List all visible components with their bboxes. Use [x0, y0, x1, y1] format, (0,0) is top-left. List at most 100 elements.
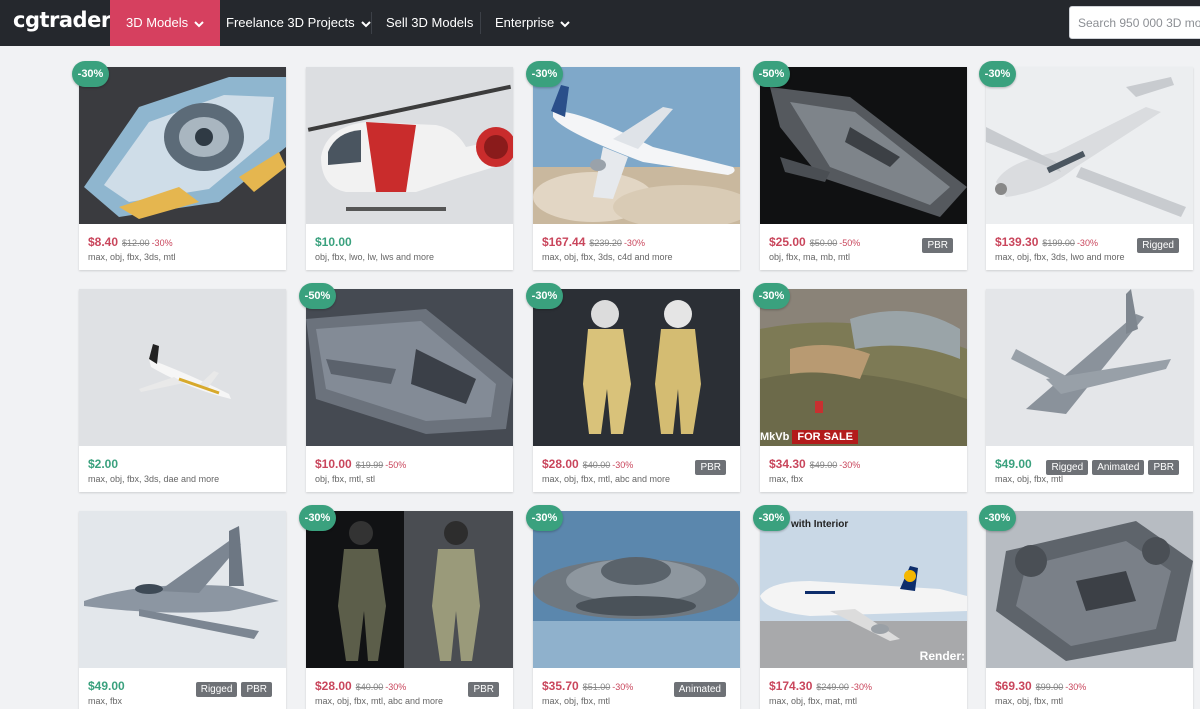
- cgtrader-logo[interactable]: cgtrader: [13, 8, 111, 32]
- price: $167.44: [542, 235, 586, 249]
- product-thumbnail[interactable]: [986, 511, 1193, 668]
- price: $28.00: [315, 679, 352, 693]
- tag-pbr: PBR: [1148, 460, 1179, 475]
- dropship-image: [986, 511, 1193, 668]
- price: $35.70: [542, 679, 579, 693]
- product-thumbnail[interactable]: [79, 67, 286, 224]
- chevron-down-icon: [560, 20, 570, 27]
- file-formats: max, obj, fbx, mtl: [542, 696, 611, 706]
- file-formats: max, obj, fbx, 3ds, mtl: [88, 252, 176, 262]
- jumbo-jet-image: [760, 511, 967, 668]
- old-price: $19.99: [355, 460, 384, 470]
- product-card[interactable]: Rigged -30% $139.30 $199.00 -30% max, obj,…: [979, 61, 1193, 270]
- file-formats: obj, fbx, ma, mb, mtl: [769, 252, 851, 262]
- product-thumbnail[interactable]: [533, 67, 740, 224]
- nav-3d-models[interactable]: 3D Models: [110, 0, 221, 46]
- nav-freelance-projects-label: Freelance 3D Projects: [226, 15, 355, 30]
- product-card[interactable]: -50% $10.00 $19.99 -50% obj, fbx, mtl, stl: [299, 283, 513, 492]
- product-card[interactable]: Rigged Animated PBR $49.00 max, obj, fbx…: [986, 289, 1193, 492]
- file-formats: max, obj, fbx, mat, mtl: [769, 696, 858, 706]
- discount-text: -30%: [850, 682, 872, 692]
- product-card[interactable]: PBR -30% $28.00 $40.00 -30% max, obj, fbx,…: [526, 283, 740, 492]
- price: $10.00: [315, 235, 352, 249]
- file-formats: max, obj, fbx, mtl: [995, 474, 1064, 484]
- product-thumbnail[interactable]: [306, 289, 513, 446]
- file-formats: obj, fbx, mtl, stl: [315, 474, 376, 484]
- price-line: $34.30 $49.00 -30%: [769, 455, 860, 473]
- product-thumbnail[interactable]: [79, 511, 286, 668]
- price: $34.30: [769, 457, 806, 471]
- file-formats: max, obj, fbx, mtl, abc and more: [315, 696, 444, 706]
- price-line: $139.30 $199.00 -30%: [995, 233, 1098, 251]
- business-jet-image: [79, 289, 286, 446]
- tag-rigged: Rigged: [1046, 460, 1089, 475]
- discount-badge: -30%: [526, 61, 563, 87]
- product-thumbnail[interactable]: [79, 289, 286, 446]
- nav-3d-models-label: 3D Models: [126, 15, 189, 30]
- top-navbar: cgtrader 3D Models Freelance 3D Projects…: [0, 0, 1200, 46]
- old-price: $12.00: [122, 238, 150, 248]
- product-card[interactable]: $10.00 obj, fbx, lwo, lw, lws and more: [306, 67, 513, 270]
- product-card[interactable]: -30% $69.30 $99.00 -30% max, obj, fbx, mtl: [979, 505, 1193, 709]
- price: $28.00: [542, 457, 579, 471]
- product-card[interactable]: with Interior Render: -30% $174.30 $249.0…: [753, 505, 967, 709]
- old-price: $40.00: [355, 682, 384, 692]
- price-line: $49.00: [995, 455, 1032, 473]
- product-thumbnail[interactable]: [306, 67, 513, 224]
- turboprop-image: [986, 67, 1193, 224]
- product-card[interactable]: PBR -50% $25.00 $50.00 -50% obj, fbx, ma, …: [753, 61, 967, 270]
- discount-text: -30%: [612, 682, 634, 692]
- discount-badge: -30%: [526, 505, 563, 531]
- hover-vehicle-image: [306, 289, 513, 446]
- old-price: $51.00: [582, 682, 611, 692]
- discount-text: -30%: [151, 238, 173, 248]
- product-thumbnail[interactable]: [760, 67, 967, 224]
- tag-rigged: Rigged: [1137, 238, 1179, 253]
- price-line: $2.00: [88, 455, 118, 473]
- spaceship-image: [79, 67, 286, 224]
- eurofighter-image: [79, 511, 286, 668]
- nav-freelance-projects[interactable]: Freelance 3D Projects: [210, 0, 387, 46]
- product-card[interactable]: MkVb FOR SALE -30% $34.30 $49.00 -30% max,…: [753, 283, 967, 492]
- product-card[interactable]: -30% $167.44 $239.20 -30% max, obj, fbx, 3…: [526, 61, 740, 270]
- product-card[interactable]: -30% $8.40 $12.00 -30% max, obj, fbx, 3ds,…: [72, 61, 286, 270]
- render-label: Render:: [919, 649, 965, 663]
- overlay-label: MkVb FOR SALE: [760, 430, 859, 444]
- product-card[interactable]: Rigged PBR $49.00 max, fbx: [79, 511, 286, 709]
- product-thumbnail[interactable]: [533, 511, 740, 668]
- file-formats: max, obj, fbx, mtl, abc and more: [542, 474, 671, 484]
- old-price: $249.00: [816, 682, 849, 692]
- price: $174.30: [769, 679, 813, 693]
- nav-enterprise[interactable]: Enterprise: [479, 0, 586, 46]
- old-price: $49.00: [809, 460, 838, 470]
- tag-list: Rigged Animated PBR: [1046, 460, 1179, 475]
- tag-pbr: PBR: [922, 238, 953, 253]
- nav-sell-3d-models[interactable]: Sell 3D Models: [370, 0, 489, 46]
- product-thumbnail[interactable]: MkVb FOR SALE: [760, 289, 967, 446]
- product-thumbnail[interactable]: [986, 289, 1193, 446]
- price-line: $35.70 $51.00 -30%: [542, 677, 633, 695]
- product-card[interactable]: PBR -30% $28.00 $40.00 -30% max, obj, fbx,…: [299, 505, 513, 709]
- search-input[interactable]: [1069, 6, 1200, 39]
- discount-badge: -30%: [72, 61, 109, 87]
- price: $10.00: [315, 457, 352, 471]
- discount-badge: -30%: [753, 505, 790, 531]
- discount-badge: -50%: [299, 283, 336, 309]
- price-line: $49.00: [88, 677, 125, 695]
- old-price: $99.00: [1035, 682, 1064, 692]
- product-card[interactable]: Animated -30% $35.70 $51.00 -30% max, obj,…: [526, 505, 740, 709]
- old-price: $239.20: [589, 238, 622, 248]
- discount-text: -50%: [385, 460, 407, 470]
- discount-text: -30%: [1065, 682, 1087, 692]
- discount-badge: -30%: [526, 283, 563, 309]
- price: $49.00: [88, 679, 125, 693]
- product-card[interactable]: $2.00 max, obj, fbx, 3ds, dae and more: [79, 289, 286, 492]
- product-thumbnail[interactable]: with Interior Render:: [760, 511, 967, 668]
- product-thumbnail[interactable]: [306, 511, 513, 668]
- price-line: $8.40 $12.00 -30%: [88, 233, 173, 251]
- discount-text: -30%: [623, 238, 645, 248]
- product-thumbnail[interactable]: [533, 289, 740, 446]
- price-line: $10.00 $19.99 -50%: [315, 455, 406, 473]
- tag-pbr: PBR: [468, 682, 499, 697]
- product-thumbnail[interactable]: [986, 67, 1193, 224]
